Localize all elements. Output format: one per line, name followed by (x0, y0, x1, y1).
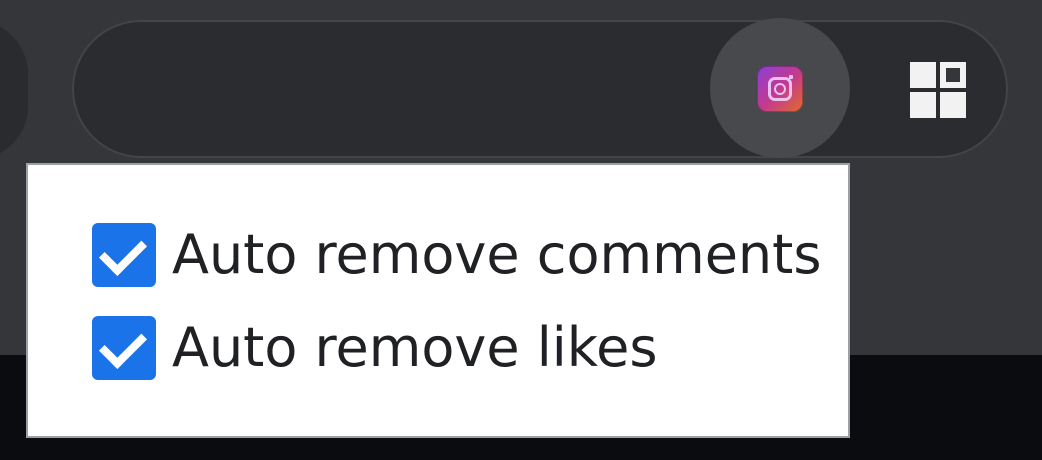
extensions-menu-button[interactable] (908, 60, 970, 120)
instagram-extension-icon[interactable] (757, 66, 803, 112)
auto-remove-comments-label: Auto remove comments (172, 223, 822, 286)
checkmark-icon (98, 320, 148, 370)
grid-square-icon (910, 62, 936, 88)
auto-remove-comments-option[interactable]: Auto remove comments (92, 220, 821, 290)
browser-window: Auto remove comments Auto remove likes (0, 0, 1042, 460)
grid-square-icon (940, 92, 966, 118)
camera-lens-icon (774, 83, 786, 95)
checkmark-icon (98, 227, 148, 277)
extension-popup: Auto remove comments Auto remove likes (26, 163, 850, 438)
grid-square-icon (910, 92, 936, 118)
address-bar[interactable] (72, 20, 1008, 158)
auto-remove-likes-option[interactable]: Auto remove likes (92, 313, 657, 383)
auto-remove-comments-checkbox[interactable] (92, 223, 156, 287)
grid-square-outline-icon (940, 62, 966, 88)
camera-flash-icon (789, 75, 793, 79)
auto-remove-likes-label: Auto remove likes (172, 316, 658, 379)
auto-remove-likes-checkbox[interactable] (92, 316, 156, 380)
